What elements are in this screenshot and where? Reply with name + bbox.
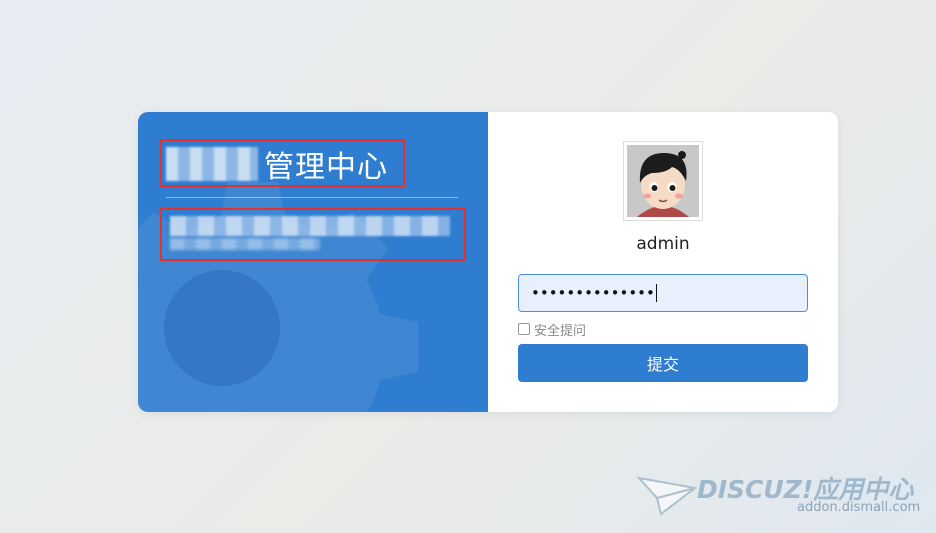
security-question-checkbox[interactable] <box>518 323 530 335</box>
password-input[interactable]: •••••••••••••• <box>518 274 808 312</box>
highlight-box-title <box>160 139 405 187</box>
title-divider <box>166 197 458 198</box>
username-label: admin <box>636 234 690 254</box>
password-value: •••••••••••••• <box>531 284 655 302</box>
avatar <box>623 141 703 221</box>
highlight-box-subtitle <box>160 208 466 261</box>
paper-plane-icon <box>637 476 697 516</box>
watermark-url: addon.dismall.com <box>797 500 921 515</box>
avatar-image <box>627 145 699 217</box>
watermark: DISCUZ!应用中心 addon.dismall.com <box>637 470 927 520</box>
brand-panel: 管理中心 <box>138 112 488 412</box>
submit-button-label: 提交 <box>646 355 679 374</box>
security-question-option[interactable]: 安全提问 <box>518 320 587 339</box>
security-question-label: 安全提问 <box>534 323 587 339</box>
submit-button[interactable]: 提交 <box>518 344 808 382</box>
login-form-panel: admin •••••••••••••• 安全提问 提交 <box>488 112 838 412</box>
text-caret <box>655 284 657 302</box>
login-card: 管理中心 admin •••••••••••••• 安全提问 提交 <box>138 112 838 412</box>
